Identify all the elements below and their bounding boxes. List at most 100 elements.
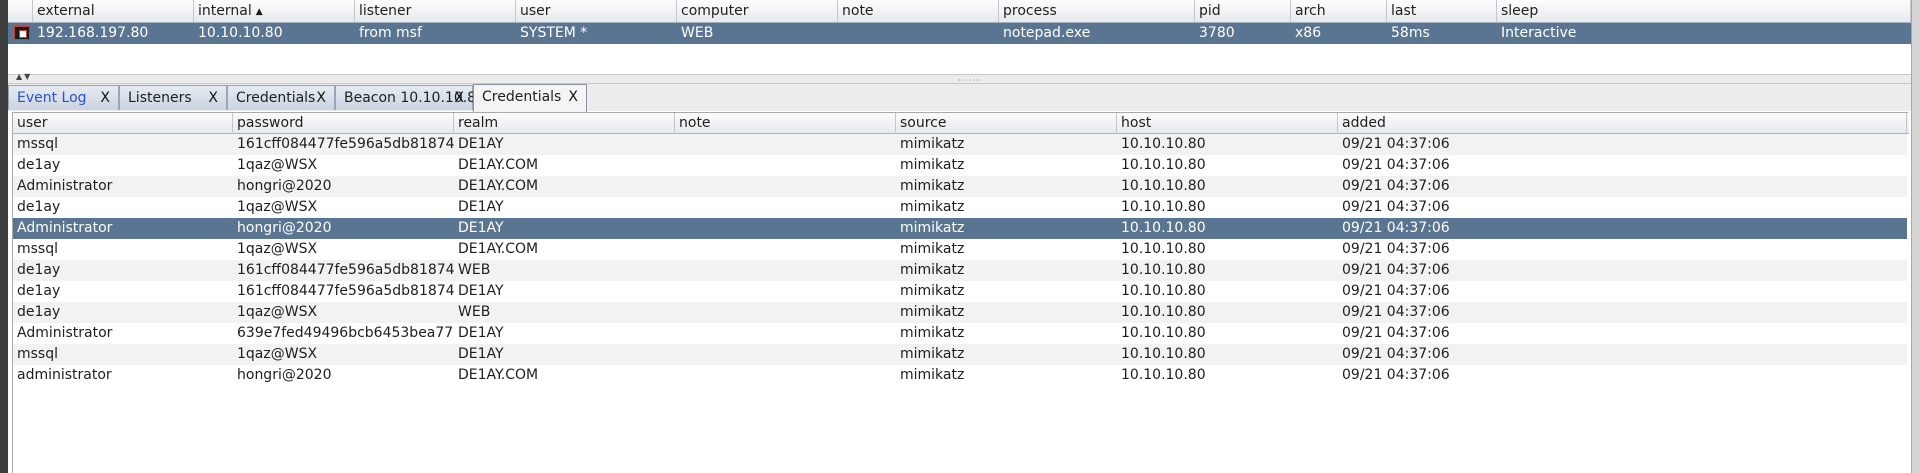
cred-cell-user: de1ay — [17, 283, 61, 299]
tab-bar: Event Log X Listeners X Credentials X Beacon 1… — [8, 84, 1911, 112]
cred-cell-realm: WEB — [458, 262, 491, 278]
cred-cell-added: 09/21 04:37:06 — [1342, 262, 1450, 278]
left-frame-edge — [0, 0, 8, 473]
pane-splitter[interactable]: ▲▼ ······· — [8, 72, 1911, 85]
credentials-table[interactable]: user password realm note source host added mss… — [12, 112, 1909, 473]
beacon-cell-last: 58ms — [1391, 25, 1430, 41]
tab-credentials[interactable]: Credentials X — [473, 84, 587, 112]
cred-cell-host: 10.10.10.80 — [1121, 241, 1206, 257]
cred-cell-source: mimikatz — [900, 304, 965, 320]
close-icon[interactable]: X — [316, 86, 326, 110]
cred-cell-password: hongri@2020 — [237, 178, 332, 194]
table-row[interactable]: de1ay 161cff084477fe596a5db81874498...DE1… — [13, 281, 1907, 302]
beacon-row[interactable]: 192.168.197.80 10.10.10.80 from msf SYSTEM … — [8, 23, 1911, 44]
beacon-col-label-note: note — [842, 3, 874, 19]
cred-cell-user: mssql — [17, 241, 59, 257]
beacon-col-header-last[interactable]: last — [1387, 0, 1497, 22]
cred-cell-note — [675, 239, 896, 260]
cred-cell-user: de1ay — [17, 262, 61, 278]
cred-col-header-note[interactable]: note — [675, 113, 896, 134]
beacon-col-header-external[interactable]: external — [33, 0, 194, 22]
cred-cell-source: mimikatz — [900, 241, 965, 257]
cred-cell-source: mimikatz — [900, 367, 965, 383]
beacon-col-label-last: last — [1391, 3, 1417, 19]
cred-col-header-source[interactable]: source — [896, 113, 1117, 134]
tab-beacon-10-10-10-80-3780[interactable]: Beacon 10.10.10.80@3780 X — [335, 85, 535, 110]
cred-cell-source: mimikatz — [900, 157, 965, 173]
cred-cell-user: Administrator — [17, 178, 113, 194]
cred-cell-added: 09/21 04:37:06 — [1342, 325, 1450, 341]
cred-cell-realm: DE1AY — [458, 199, 504, 215]
cred-cell-source: mimikatz — [900, 136, 965, 152]
beacon-col-header-computer[interactable]: computer — [677, 0, 838, 22]
beacon-col-label-computer: computer — [681, 3, 749, 19]
table-row[interactable]: Administrator hongri@2020 DE1AY mimikatz 10.… — [13, 218, 1907, 239]
credentials-table-header: user password realm note source host added — [13, 113, 1909, 134]
cred-cell-realm: DE1AY — [458, 325, 504, 341]
cred-cell-note — [675, 134, 896, 155]
beacon-table-header: external internal ▲ listener user computer not… — [8, 0, 1911, 23]
cred-cell-added: 09/21 04:37:06 — [1342, 136, 1450, 152]
cred-cell-realm: DE1AY.COM — [458, 367, 539, 383]
beacon-col-header-internal[interactable]: internal ▲ — [194, 0, 355, 22]
cred-cell-source: mimikatz — [900, 220, 965, 236]
cred-col-header-password[interactable]: password — [233, 113, 454, 134]
cred-cell-password: 1qaz@WSX — [237, 346, 318, 362]
beacon-session-icon — [14, 26, 30, 40]
beacon-col-header-sleep[interactable]: sleep — [1497, 0, 1911, 22]
table-row[interactable]: Administrator hongri@2020 DE1AY.COM mimikat… — [13, 176, 1907, 197]
cred-cell-password: hongri@2020 — [237, 367, 332, 383]
beacon-col-header-icon[interactable] — [8, 0, 33, 22]
table-row[interactable]: de1ay 1qaz@WSX WEB mimikatz 10.10.10.80 09/21… — [13, 302, 1907, 323]
table-row[interactable]: de1ay 1qaz@WSX DE1AY mimikatz 10.10.10.80 09/… — [13, 197, 1907, 218]
table-row[interactable]: administrator hongri@2020 DE1AY.COM mimikat… — [13, 365, 1907, 386]
close-icon[interactable]: X — [568, 85, 578, 109]
beacon-col-header-listener[interactable]: listener — [355, 0, 516, 22]
cred-cell-added: 09/21 04:37:06 — [1342, 283, 1450, 299]
beacon-cell-user: SYSTEM * — [520, 25, 588, 41]
close-icon[interactable]: X — [208, 86, 218, 110]
tab-credentials[interactable]: Credentials X — [227, 85, 335, 110]
table-row[interactable]: de1ay 161cff084477fe596a5db81874498...WEB… — [13, 260, 1907, 281]
beacon-col-label-sleep: sleep — [1501, 3, 1539, 19]
cred-cell-realm: DE1AY — [458, 346, 504, 362]
beacon-cell-note — [838, 23, 999, 44]
cred-cell-added: 09/21 04:37:06 — [1342, 199, 1450, 215]
right-scrollbar-edge[interactable] — [1911, 0, 1920, 473]
cred-cell-added: 09/21 04:37:06 — [1342, 178, 1450, 194]
beacon-col-header-note[interactable]: note — [838, 0, 999, 22]
cred-col-header-added[interactable]: added — [1338, 113, 1907, 134]
cred-cell-host: 10.10.10.80 — [1121, 262, 1206, 278]
cred-cell-user: administrator — [17, 367, 112, 383]
table-row[interactable]: mssql 1qaz@WSX DE1AY mimikatz 10.10.10.80 09/… — [13, 344, 1907, 365]
cred-cell-host: 10.10.10.80 — [1121, 178, 1206, 194]
close-icon[interactable]: X — [454, 86, 464, 110]
sort-ascending-icon: ▲ — [255, 7, 263, 17]
cred-cell-password: 161cff084477fe596a5db81874498... — [237, 283, 454, 299]
table-row[interactable]: mssql 1qaz@WSX DE1AY.COM mimikatz 10.10.10.8… — [13, 239, 1907, 260]
tab-label: Event Log — [17, 90, 87, 106]
cred-col-header-realm[interactable]: realm — [454, 113, 675, 134]
tab-listeners[interactable]: Listeners X — [119, 85, 227, 110]
beacon-col-header-pid[interactable]: pid — [1195, 0, 1291, 22]
beacon-col-header-arch[interactable]: arch — [1291, 0, 1387, 22]
cred-col-header-user[interactable]: user — [13, 113, 233, 134]
cred-cell-source: mimikatz — [900, 178, 965, 194]
cred-col-header-host[interactable]: host — [1117, 113, 1338, 134]
table-row[interactable]: mssql 161cff084477fe596a5db81874498...DE1… — [13, 134, 1907, 155]
splitter-arrows-icon[interactable]: ▲▼ — [16, 72, 32, 81]
beacon-col-header-user[interactable]: user — [516, 0, 677, 22]
tab-label: Credentials — [236, 90, 316, 106]
cred-cell-source: mimikatz — [900, 283, 965, 299]
beacon-sessions-table[interactable]: external internal ▲ listener user computer not… — [8, 0, 1911, 74]
table-row[interactable]: de1ay 1qaz@WSX DE1AY.COM mimikatz 10.10.10.8… — [13, 155, 1907, 176]
cred-cell-note — [675, 218, 896, 239]
close-icon[interactable]: X — [100, 86, 110, 110]
beacon-col-header-process[interactable]: process — [999, 0, 1195, 22]
tab-event-log[interactable]: Event Log X — [8, 85, 119, 110]
cred-cell-realm: DE1AY.COM — [458, 241, 539, 257]
table-row[interactable]: Administrator 639e7fed49496bcb6453bea77e9… — [13, 323, 1907, 344]
beacon-col-label-internal: internal — [198, 3, 252, 19]
beacon-cell-pid: 3780 — [1199, 25, 1235, 41]
cred-cell-realm: DE1AY.COM — [458, 157, 539, 173]
